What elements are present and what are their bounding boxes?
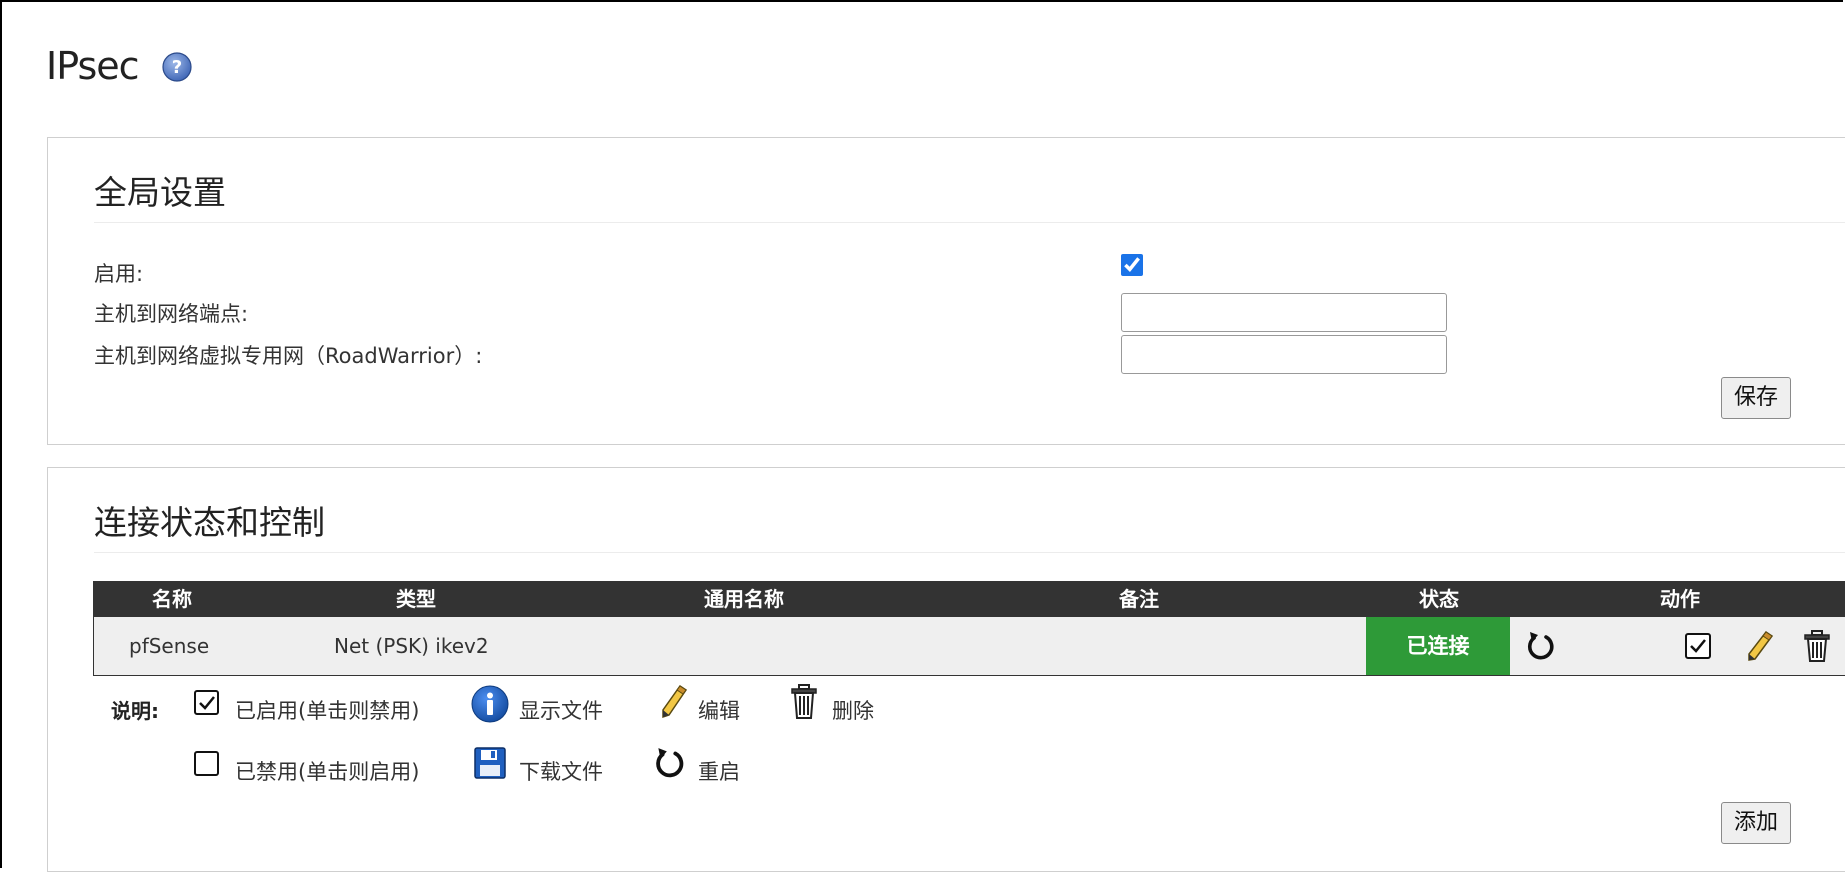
save-button[interactable]: 保存 bbox=[1721, 377, 1792, 419]
svg-text:?: ? bbox=[172, 57, 182, 78]
legend-restart-label: 重启 bbox=[698, 760, 740, 784]
column-header-name: 名称 bbox=[152, 587, 192, 611]
column-header-comment: 备注 bbox=[1119, 587, 1159, 611]
legend-show-file-label: 显示文件 bbox=[519, 699, 603, 723]
legend-disabled-label: 已禁用(单击则启用) bbox=[235, 760, 420, 784]
status-badge: 已连接 bbox=[1366, 617, 1510, 675]
column-header-actions: 动作 bbox=[1660, 587, 1700, 611]
connection-status-panel: 连接状态和控制 名称 类型 通用名称 备注 状态 动作 pfSense Net … bbox=[47, 467, 1845, 872]
legend-download-file-label: 下载文件 bbox=[519, 760, 603, 784]
question-circle-icon[interactable]: ? bbox=[162, 52, 192, 82]
global-settings-heading: 全局设置 bbox=[94, 166, 1845, 223]
column-header-common-name: 通用名称 bbox=[704, 587, 784, 611]
global-settings-panel: 全局设置 启用: 主机到网络端点: 主机到网络虚拟专用网（RoadWarrior… bbox=[47, 137, 1845, 445]
info-icon bbox=[471, 685, 509, 723]
roadwarrior-input[interactable] bbox=[1121, 335, 1447, 374]
page-title: IPsec bbox=[46, 44, 140, 88]
legend-delete-label: 删除 bbox=[832, 699, 874, 723]
unchecked-box-icon bbox=[194, 751, 219, 776]
connection-status-heading: 连接状态和控制 bbox=[94, 496, 1845, 553]
pencil-icon bbox=[662, 684, 688, 719]
restart-icon[interactable] bbox=[1524, 629, 1558, 663]
column-header-type: 类型 bbox=[396, 587, 436, 611]
host-endpoint-label: 主机到网络端点: bbox=[94, 302, 249, 326]
roadwarrior-label: 主机到网络虚拟专用网（RoadWarrior）: bbox=[94, 344, 483, 368]
table-header: 名称 类型 通用名称 备注 状态 动作 bbox=[94, 582, 1845, 617]
column-header-status: 状态 bbox=[1419, 587, 1459, 611]
enabled-checkbox-icon[interactable] bbox=[1681, 629, 1715, 663]
legend-enabled-label: 已启用(单击则禁用) bbox=[235, 699, 420, 723]
save-disk-icon bbox=[474, 747, 506, 779]
restart-arrow-icon bbox=[656, 748, 684, 778]
enable-checkbox[interactable] bbox=[1121, 254, 1143, 276]
table-row: pfSense Net (PSK) ikev2 已连接 bbox=[94, 617, 1845, 675]
add-button[interactable]: 添加 bbox=[1721, 802, 1792, 844]
delete-trash-icon bbox=[791, 684, 817, 719]
edit-pencil-icon[interactable] bbox=[1742, 629, 1776, 663]
host-endpoint-input[interactable] bbox=[1121, 293, 1447, 332]
checked-box-icon bbox=[194, 690, 219, 715]
row-name: pfSense bbox=[129, 634, 210, 658]
legend-title: 说明: bbox=[111, 699, 159, 723]
trash-icon[interactable] bbox=[1800, 629, 1834, 663]
legend-edit-label: 编辑 bbox=[698, 699, 740, 723]
row-type: Net (PSK) ikev2 bbox=[334, 634, 489, 658]
connections-table: 名称 类型 通用名称 备注 状态 动作 pfSense Net (PSK) ik… bbox=[93, 581, 1845, 676]
enable-label: 启用: bbox=[94, 262, 144, 286]
